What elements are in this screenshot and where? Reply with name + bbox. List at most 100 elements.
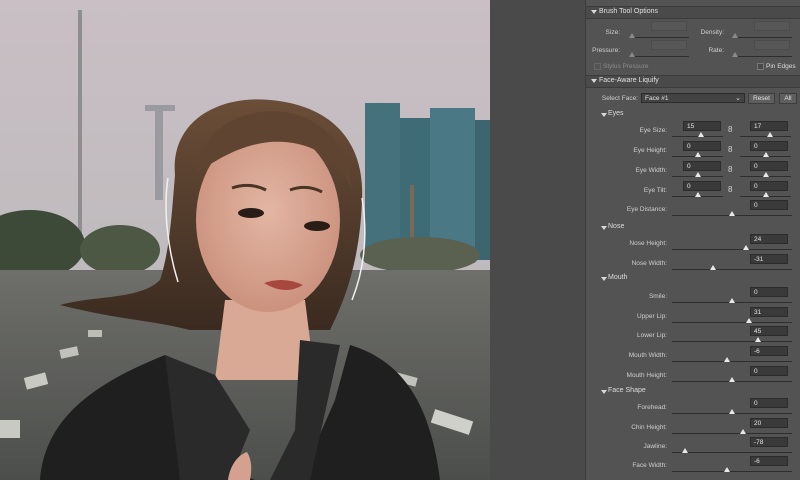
nose-height-label: Nose Height: xyxy=(629,240,667,247)
eye-size-right-field[interactable]: 17 xyxy=(750,121,788,131)
rate-slider-thumb[interactable] xyxy=(732,52,738,57)
size-slider[interactable] xyxy=(631,37,689,38)
image-canvas[interactable] xyxy=(0,0,490,480)
eye-size-right-thumb[interactable] xyxy=(767,132,773,137)
mouth-height-thumb[interactable] xyxy=(729,377,735,382)
upper-lip-slider[interactable] xyxy=(672,322,792,323)
eye-tilt-label: Eye Tilt: xyxy=(643,187,667,194)
forehead-thumb[interactable] xyxy=(729,409,735,414)
eye-tilt-right-field[interactable]: 0 xyxy=(750,181,788,191)
eye-size-left-field[interactable]: 15 xyxy=(683,121,721,131)
face-aware-liquify-header[interactable]: Face-Aware Liquify xyxy=(586,75,800,88)
eye-height-left-field[interactable]: 0 xyxy=(683,141,721,151)
upper-lip-thumb[interactable] xyxy=(746,318,752,323)
eye-height-left-thumb[interactable] xyxy=(695,152,701,157)
mouth-width-thumb[interactable] xyxy=(724,357,730,362)
density-field[interactable] xyxy=(754,21,790,31)
lower-lip-label: Lower Lip: xyxy=(637,332,667,339)
face-width-field[interactable]: -6 xyxy=(750,456,788,466)
nose-height-slider[interactable] xyxy=(672,249,792,250)
lower-lip-field[interactable]: 45 xyxy=(750,326,788,336)
upper-lip-field[interactable]: 31 xyxy=(750,307,788,317)
eye-width-right-thumb[interactable] xyxy=(763,172,769,177)
eye-height-right-thumb[interactable] xyxy=(763,152,769,157)
eye-size-left-thumb[interactable] xyxy=(698,132,704,137)
face-width-label: Face Width: xyxy=(632,462,667,469)
pressure-slider[interactable] xyxy=(631,56,689,57)
triangle-down-icon[interactable] xyxy=(601,390,607,394)
liquify-options-panel: Brush Tool Options Size: Density: Pressu… xyxy=(585,0,800,480)
chin-height-label: Chin Height: xyxy=(631,424,667,431)
eye-tilt-left-thumb[interactable] xyxy=(695,192,701,197)
nose-width-slider[interactable] xyxy=(672,269,792,270)
eye-tilt-left-field[interactable]: 0 xyxy=(683,181,721,191)
rate-label: Rate: xyxy=(708,47,724,54)
nose-height-thumb[interactable] xyxy=(743,245,749,250)
size-label: Size: xyxy=(605,29,620,36)
jawline-slider[interactable] xyxy=(672,452,792,453)
chain-link-icon[interactable]: 8 xyxy=(728,185,733,195)
jawline-label: Jawline: xyxy=(643,443,667,450)
mouth-width-field[interactable]: -6 xyxy=(750,346,788,356)
mouth-width-label: Mouth Width: xyxy=(628,352,667,359)
smile-field[interactable]: 0 xyxy=(750,287,788,297)
eye-width-right-field[interactable]: 0 xyxy=(750,161,788,171)
jawline-thumb[interactable] xyxy=(682,448,688,453)
chin-height-field[interactable]: 20 xyxy=(750,418,788,428)
size-slider-thumb[interactable] xyxy=(629,33,635,38)
forehead-label: Forehead: xyxy=(637,404,667,411)
face-width-slider[interactable] xyxy=(672,471,792,472)
mouth-height-field[interactable]: 0 xyxy=(750,366,788,376)
chin-height-thumb[interactable] xyxy=(740,429,746,434)
canvas-background xyxy=(490,0,585,480)
all-button[interactable]: All xyxy=(779,93,797,104)
eye-distance-thumb[interactable] xyxy=(729,211,735,216)
select-face-label: Select Face: xyxy=(601,95,638,102)
brush-tool-options-header[interactable]: Brush Tool Options xyxy=(586,6,800,19)
nose-height-field[interactable]: 24 xyxy=(750,234,788,244)
reset-button[interactable]: Reset xyxy=(748,93,775,104)
smile-thumb[interactable] xyxy=(729,298,735,303)
size-field[interactable] xyxy=(651,21,687,31)
lower-lip-thumb[interactable] xyxy=(755,337,761,342)
select-face-value: Face #1 xyxy=(645,95,669,102)
rate-field[interactable] xyxy=(754,40,790,50)
stylus-pressure-checkbox[interactable] xyxy=(594,63,601,70)
stylus-pressure-label: Stylus Pressure xyxy=(603,63,649,70)
forehead-field[interactable]: 0 xyxy=(750,398,788,408)
eye-tilt-right-thumb[interactable] xyxy=(763,192,769,197)
eye-distance-field[interactable]: 0 xyxy=(750,200,788,210)
chain-link-icon[interactable]: 8 xyxy=(728,145,733,155)
triangle-down-icon[interactable] xyxy=(601,226,607,230)
density-slider-thumb[interactable] xyxy=(732,33,738,38)
eyes-header: Eyes xyxy=(608,110,624,117)
triangle-down-icon xyxy=(591,79,597,83)
density-slider[interactable] xyxy=(734,37,792,38)
eye-height-right-field[interactable]: 0 xyxy=(750,141,788,151)
chain-link-icon[interactable]: 8 xyxy=(728,125,733,135)
select-face-dropdown[interactable]: Face #1 ⌄ xyxy=(641,93,745,103)
mouth-height-label: Mouth Height: xyxy=(626,372,667,379)
chain-link-icon[interactable]: 8 xyxy=(728,165,733,175)
pressure-label: Pressure: xyxy=(592,47,620,54)
eye-width-left-field[interactable]: 0 xyxy=(683,161,721,171)
eye-width-left-thumb[interactable] xyxy=(695,172,701,177)
density-label: Density: xyxy=(700,29,724,36)
pressure-slider-thumb[interactable] xyxy=(629,52,635,57)
nose-width-field[interactable]: -31 xyxy=(750,254,788,264)
eye-size-right-slider[interactable] xyxy=(740,136,791,137)
pressure-field[interactable] xyxy=(651,40,687,50)
pin-edges-checkbox[interactable] xyxy=(757,63,764,70)
rate-slider[interactable] xyxy=(734,56,792,57)
chin-height-slider[interactable] xyxy=(672,433,792,434)
eye-width-label: Eye Width: xyxy=(635,167,667,174)
mouth-header: Mouth xyxy=(608,274,628,281)
nose-width-thumb[interactable] xyxy=(710,265,716,270)
lower-lip-slider[interactable] xyxy=(672,341,792,342)
triangle-down-icon[interactable] xyxy=(601,277,607,281)
mouth-width-slider[interactable] xyxy=(672,361,792,362)
jawline-field[interactable]: -78 xyxy=(750,437,788,447)
face-width-thumb[interactable] xyxy=(724,467,730,472)
eye-distance-label: Eye Distance: xyxy=(626,206,667,213)
triangle-down-icon[interactable] xyxy=(601,113,607,117)
